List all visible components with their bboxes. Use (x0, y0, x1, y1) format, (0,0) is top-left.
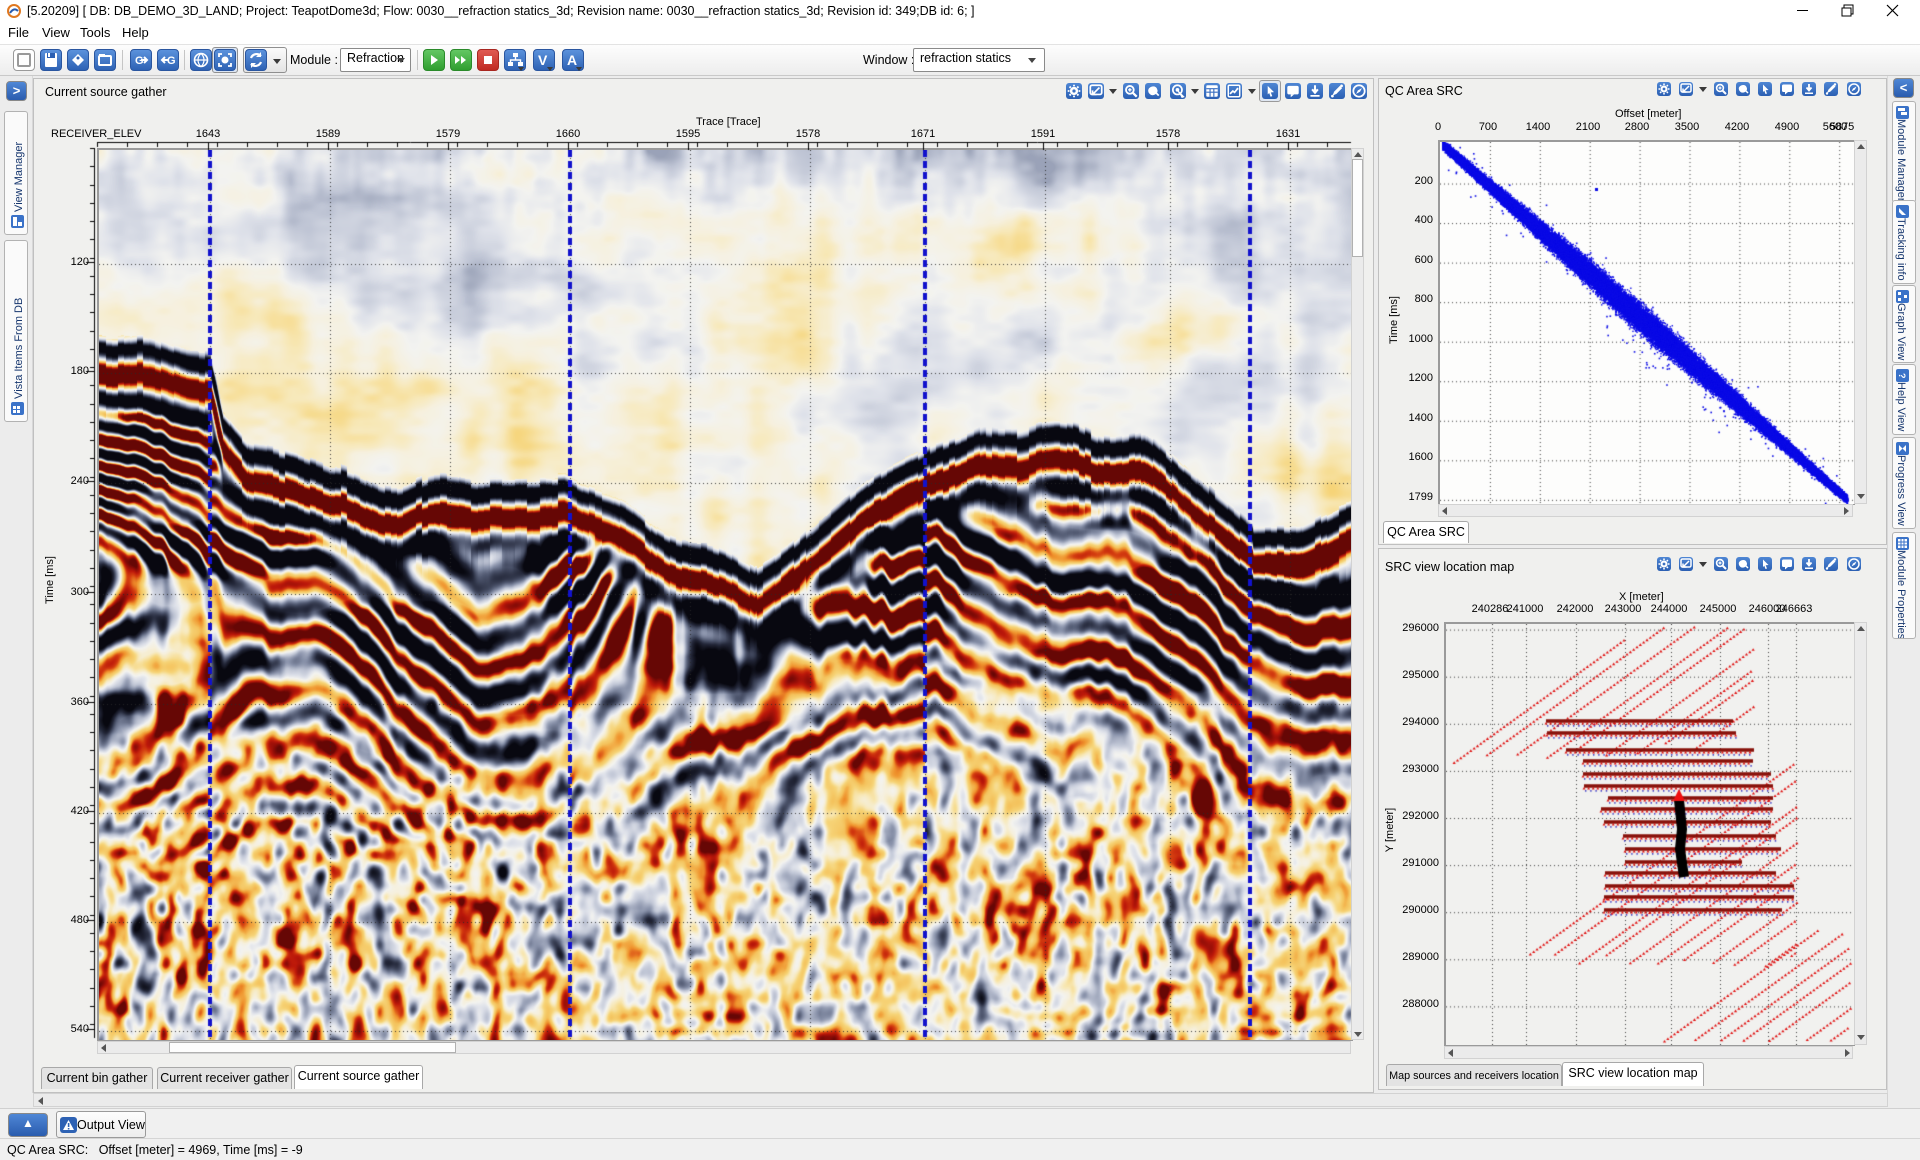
svg-text:G: G (167, 55, 176, 67)
svg-text:?: ? (1897, 373, 1907, 379)
svg-text:A: A (567, 52, 577, 68)
svg-text:V: V (538, 52, 548, 68)
